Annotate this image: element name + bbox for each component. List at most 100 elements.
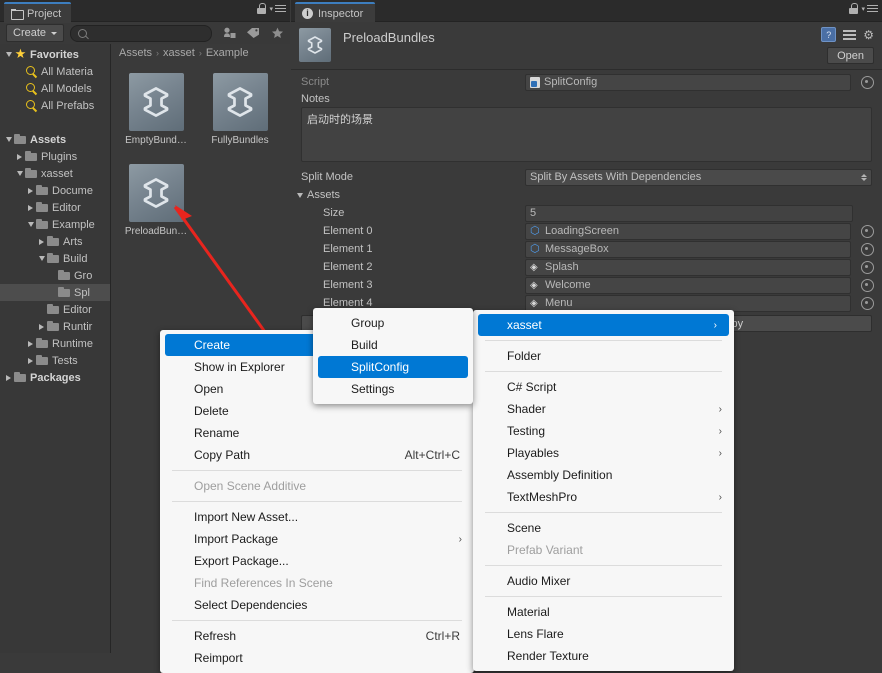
chevron-down-icon[interactable] — [14, 165, 25, 182]
element-object-field[interactable]: ⬡ MessageBox — [525, 240, 851, 258]
asset-cell[interactable]: FullyBundles — [209, 73, 271, 146]
panel-menu-icon[interactable]: ▾ — [861, 3, 878, 14]
menu-item-import-package[interactable]: Import Package › — [160, 528, 474, 550]
tree-item-xasset[interactable]: xasset — [0, 165, 110, 182]
create-submenu[interactable]: xasset › Folder C# Script Shader › Testing › Pla… — [473, 310, 734, 671]
gear-icon[interactable]: ⚙ — [863, 29, 874, 41]
asset-label-icon[interactable] — [218, 24, 240, 42]
chevron-down-icon[interactable] — [3, 131, 14, 148]
split-mode-dropdown[interactable]: Split By Assets With Dependencies — [525, 168, 872, 186]
menu-item-build[interactable]: Build — [313, 334, 473, 356]
menu-item-shader[interactable]: Shader › — [473, 398, 734, 420]
element-object-field[interactable]: ◈ Splash — [525, 258, 851, 276]
element-object-field[interactable]: ◈ Welcome — [525, 276, 851, 294]
menu-item-playables[interactable]: Playables › — [473, 442, 734, 464]
tree-item-gro[interactable]: Gro — [0, 267, 110, 284]
object-picker-icon[interactable] — [861, 224, 874, 238]
menu-item-copy-path[interactable]: Copy Path Alt+Ctrl+C — [160, 444, 474, 466]
panel-menu-icon[interactable]: ▾ — [269, 3, 286, 14]
element-object-field[interactable]: ⬡ LoadingScreen — [525, 222, 851, 240]
chevron-down-icon[interactable] — [3, 46, 14, 63]
help-icon[interactable]: ? — [821, 27, 837, 42]
menu-item-testing[interactable]: Testing › — [473, 420, 734, 442]
tree-item-editor[interactable]: Editor — [0, 301, 110, 318]
breadcrumb[interactable]: Assets › xasset › Example — [111, 44, 290, 61]
lock-icon[interactable] — [257, 3, 267, 14]
chevron-down-icon[interactable] — [25, 216, 36, 233]
tab-inspector[interactable]: i Inspector — [295, 2, 376, 23]
tree-item-plugins[interactable]: Plugins — [0, 148, 110, 165]
breadcrumb-item-assets[interactable]: Assets — [119, 47, 152, 59]
preset-icon[interactable] — [843, 28, 857, 41]
tree-item-editor[interactable]: Editor — [0, 199, 110, 216]
notes-textarea[interactable]: 启动时的场景 — [301, 107, 872, 162]
tab-project[interactable]: Project — [4, 2, 72, 23]
open-button[interactable]: Open — [827, 47, 874, 64]
xasset-submenu[interactable]: Group Build SplitConfig Settings — [313, 308, 473, 404]
tree-item-all-models[interactable]: All Models — [0, 80, 110, 97]
menu-item-rename[interactable]: Rename — [160, 422, 474, 444]
menu-item-xasset[interactable]: xasset › — [478, 314, 729, 336]
chevron-right-icon[interactable] — [36, 318, 47, 335]
size-field[interactable]: 5 — [525, 204, 853, 222]
assets-foldout[interactable]: Assets — [291, 186, 882, 204]
menu-item-material[interactable]: Material — [473, 601, 734, 623]
object-picker-icon[interactable] — [861, 278, 874, 292]
script-field[interactable]: SplitConfig — [525, 73, 851, 91]
chevron-right-icon[interactable] — [25, 199, 36, 216]
tree-item-packages[interactable]: Packages — [0, 369, 110, 386]
tree-item-runtir[interactable]: Runtir — [0, 318, 110, 335]
menu-item-settings[interactable]: Settings — [313, 378, 473, 400]
tree-item-tests[interactable]: Tests — [0, 352, 110, 369]
chevron-right-icon[interactable] — [14, 148, 25, 165]
tree-item-favorites[interactable]: ★ Favorites — [0, 46, 110, 63]
tree-item-spl[interactable]: Spl — [0, 284, 110, 301]
chevron-right-icon[interactable] — [25, 352, 36, 369]
menu-item-scene[interactable]: Scene — [473, 517, 734, 539]
breadcrumb-item-example[interactable]: Example — [206, 47, 249, 59]
asset-cell[interactable]: PreloadBun… — [125, 164, 187, 237]
menu-item-select-dependencies[interactable]: Select Dependencies — [160, 594, 474, 616]
tag-icon[interactable] — [242, 24, 264, 42]
search-input[interactable] — [70, 24, 212, 42]
element-object-field[interactable]: ◈ Menu — [525, 294, 851, 312]
tree-item-build[interactable]: Build — [0, 250, 110, 267]
menu-item-splitconfig[interactable]: SplitConfig — [318, 356, 468, 378]
chevron-right-icon[interactable] — [36, 233, 47, 250]
tree-item-runtime[interactable]: Runtime — [0, 335, 110, 352]
tree-item-example[interactable]: Example — [0, 216, 110, 233]
menu-item-render-texture[interactable]: Render Texture — [473, 645, 734, 667]
tree-item-arts[interactable]: Arts — [0, 233, 110, 250]
menu-item-refresh[interactable]: Refresh Ctrl+R — [160, 625, 474, 647]
menu-item-reimport[interactable]: Reimport — [160, 647, 474, 669]
menu-separator — [172, 470, 462, 471]
object-picker-icon[interactable] — [861, 75, 874, 89]
chevron-right-icon[interactable] — [25, 182, 36, 199]
create-button[interactable]: Create — [6, 24, 65, 42]
tree-item-all-prefabs[interactable]: All Prefabs — [0, 97, 110, 114]
menu-item-textmeshpro[interactable]: TextMeshPro › — [473, 486, 734, 508]
tree-item-assets[interactable]: Assets — [0, 131, 110, 148]
tree-item-all-materia[interactable]: All Materia — [0, 63, 110, 80]
menu-item-audio-mixer[interactable]: Audio Mixer — [473, 570, 734, 592]
asset-grid[interactable]: EmptyBund… FullyBundles PreloadBun… — [111, 61, 290, 237]
chevron-down-icon[interactable] — [36, 250, 47, 267]
menu-item-import-new-asset[interactable]: Import New Asset... — [160, 506, 474, 528]
asset-cell[interactable]: EmptyBund… — [125, 73, 187, 146]
object-picker-icon[interactable] — [861, 260, 874, 274]
menu-item-export-package[interactable]: Export Package... — [160, 550, 474, 572]
lock-icon[interactable] — [849, 3, 859, 14]
object-picker-icon[interactable] — [861, 296, 874, 310]
object-picker-icon[interactable] — [861, 242, 874, 256]
menu-item-folder[interactable]: Folder — [473, 345, 734, 367]
favorite-star-icon[interactable] — [266, 24, 288, 42]
breadcrumb-item-xasset[interactable]: xasset — [163, 47, 195, 59]
menu-item-group[interactable]: Group — [313, 312, 473, 334]
menu-item-assembly-definition[interactable]: Assembly Definition — [473, 464, 734, 486]
menu-item-c#-script[interactable]: C# Script — [473, 376, 734, 398]
chevron-right-icon[interactable] — [3, 369, 14, 386]
chevron-right-icon[interactable] — [25, 335, 36, 352]
menu-item-lens-flare[interactable]: Lens Flare — [473, 623, 734, 645]
project-folder-tree[interactable]: ★ Favorites All Materia All Models All Prefa… — [0, 44, 111, 653]
tree-item-docume[interactable]: Docume — [0, 182, 110, 199]
